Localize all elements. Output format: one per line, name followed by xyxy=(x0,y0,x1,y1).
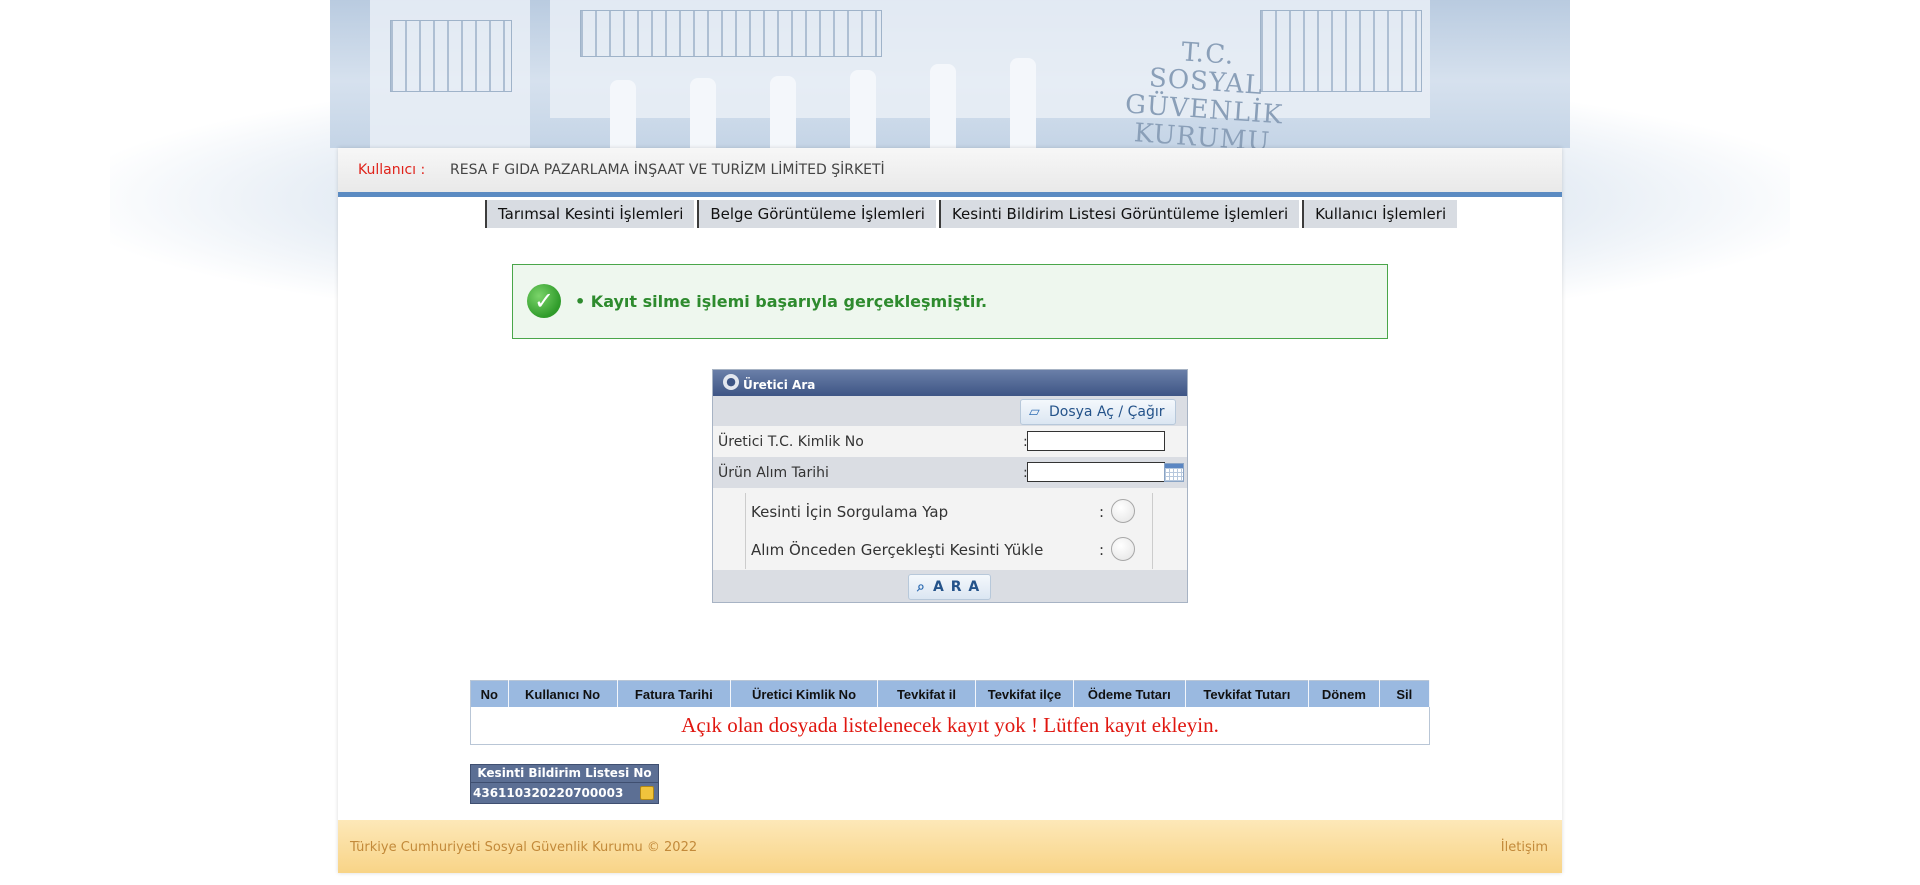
column-header-fatura-tarihi: Fatura Tarihi xyxy=(617,680,732,707)
footer: Türkiye Cumhuriyeti Sosyal Güvenlik Kuru… xyxy=(338,820,1562,873)
list-number-value-row: 436110320220700003 xyxy=(470,783,659,804)
contact-link[interactable]: İletişim xyxy=(1501,840,1548,855)
success-message-box: ✓ • Kayıt silme işlemi başarıyla gerçekl… xyxy=(512,264,1388,339)
building-column xyxy=(770,76,796,148)
colon: : xyxy=(1099,503,1105,521)
option-sorgulama-label: Kesinti İçin Sorgulama Yap xyxy=(751,503,949,521)
building-column xyxy=(1010,58,1036,148)
table-row: Açık olan dosyada listelenecek kayıt yok… xyxy=(470,707,1430,745)
purchase-date-row: Ürün Alım Tarihi : xyxy=(713,457,1187,488)
menu-item-kesinti-bildirim-listesi[interactable]: Kesinti Bildirim Listesi Görüntüleme İşl… xyxy=(938,200,1300,228)
menu-item-kullanici-islemleri[interactable]: Kullanıcı İşlemleri xyxy=(1302,200,1458,228)
option-sorgulama-radio[interactable] xyxy=(1111,499,1135,523)
option-row-sorgulama: Kesinti İçin Sorgulama Yap : xyxy=(751,493,1151,529)
building-column xyxy=(930,64,956,148)
search-panel-header: ● Üretici Ara xyxy=(713,370,1187,396)
search-button-label: A R A xyxy=(933,579,981,595)
colon: : xyxy=(1099,541,1105,559)
building-windows xyxy=(390,20,512,92)
building-column xyxy=(850,70,876,148)
footer-copyright: Türkiye Cumhuriyeti Sosyal Güvenlik Kuru… xyxy=(350,840,698,855)
records-table: No Kullanıcı No Fatura Tarihi Üretici Ki… xyxy=(470,680,1431,745)
user-bar: Kullanıcı : RESA F GIDA PAZARLAMA İNŞAAT… xyxy=(338,148,1562,197)
column-header-donem: Dönem xyxy=(1308,680,1380,707)
table-header-row: No Kullanıcı No Fatura Tarihi Üretici Ki… xyxy=(470,680,1431,707)
query-options: Kesinti İçin Sorgulama Yap : Alım Öncede… xyxy=(745,493,1153,569)
building-windows xyxy=(580,10,882,57)
purchase-date-input[interactable] xyxy=(1027,462,1165,482)
calendar-icon[interactable] xyxy=(1164,463,1184,482)
list-number-value: 436110320220700003 xyxy=(473,786,624,800)
search-icon: ⌕ xyxy=(917,579,926,595)
header-banner: T.C. SOSYAL GÜVENLİK KURUMU xyxy=(330,0,1570,148)
lock-icon[interactable] xyxy=(640,786,654,800)
option-kesinti-yukle-radio[interactable] xyxy=(1111,537,1135,561)
building-column xyxy=(690,78,716,148)
user-label: Kullanıcı : xyxy=(358,162,426,178)
producer-search-panel: ● Üretici Ara ▱ Dosya Aç / Çağır Üretici… xyxy=(712,369,1188,603)
search-button[interactable]: ⌕ A R A xyxy=(908,574,992,600)
open-file-button[interactable]: ▱ Dosya Aç / Çağır xyxy=(1020,399,1176,425)
menu-item-tarimsal-kesinti[interactable]: Tarımsal Kesinti İşlemleri xyxy=(485,200,695,228)
column-header-uretici-kimlik-no: Üretici Kimlik No xyxy=(730,680,878,707)
tc-kimlik-input[interactable] xyxy=(1027,431,1165,451)
option-kesinti-yukle-label: Alım Önceden Gerçekleşti Kesinti Yükle xyxy=(751,541,1044,559)
user-search-icon: ● xyxy=(723,374,739,390)
column-header-tevkifat-il: Tevkifat il xyxy=(877,680,976,707)
column-header-tevkifat-ilce: Tevkifat ilçe xyxy=(975,680,1074,707)
search-actions: ⌕ A R A xyxy=(713,570,1187,602)
column-header-no: No xyxy=(470,680,509,707)
institution-sign: T.C. SOSYAL GÜVENLİK KURUMU xyxy=(1086,32,1323,148)
empty-table-message: Açık olan dosyada listelenecek kayıt yok… xyxy=(470,707,1430,745)
success-message: • Kayıt silme işlemi başarıyla gerçekleş… xyxy=(575,292,988,311)
user-name: RESA F GIDA PAZARLAMA İNŞAAT VE TURİZM L… xyxy=(450,162,885,178)
column-header-tevkifat-tutari: Tevkifat Tutarı xyxy=(1185,680,1310,707)
deduction-list-number: Kesinti Bildirim Listesi No 436110320220… xyxy=(470,764,659,804)
column-header-kullanici-no: Kullanıcı No xyxy=(508,680,618,707)
option-row-kesinti-yukle: Alım Önceden Gerçekleşti Kesinti Yükle : xyxy=(751,531,1151,567)
building-column xyxy=(610,80,636,148)
main-panel: Kullanıcı : RESA F GIDA PAZARLAMA İNŞAAT… xyxy=(338,148,1562,873)
column-header-sil: Sil xyxy=(1379,680,1431,707)
folder-open-icon: ▱ xyxy=(1029,404,1040,420)
tc-kimlik-row: Üretici T.C. Kimlik No : xyxy=(713,426,1187,457)
open-file-label: Dosya Aç / Çağır xyxy=(1049,404,1165,420)
search-panel-title: Üretici Ara xyxy=(743,378,816,392)
column-header-odeme-tutari: Ödeme Tutarı xyxy=(1073,680,1186,707)
list-number-header: Kesinti Bildirim Listesi No xyxy=(470,764,659,783)
checkmark-icon: ✓ xyxy=(527,284,561,318)
search-toolbar: ▱ Dosya Aç / Çağır xyxy=(713,396,1187,426)
menu-item-belge-goruntuleme[interactable]: Belge Görüntüleme İşlemleri xyxy=(697,200,936,228)
main-menu: Tarımsal Kesinti İşlemleri Belge Görüntü… xyxy=(485,200,1458,228)
tc-kimlik-label: Üretici T.C. Kimlik No xyxy=(718,434,864,450)
purchase-date-label: Ürün Alım Tarihi xyxy=(718,465,829,481)
